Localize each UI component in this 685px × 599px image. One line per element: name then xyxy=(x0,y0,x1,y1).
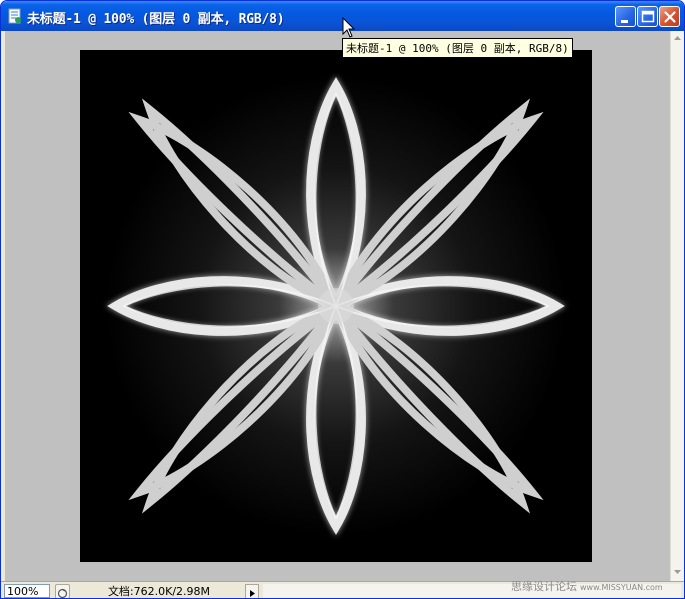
status-menu-button[interactable] xyxy=(55,584,70,598)
minimize-button[interactable] xyxy=(615,6,636,27)
watermark-url: www.MISSYUAN.com xyxy=(580,583,663,592)
status-info-menu-button[interactable] xyxy=(245,584,259,598)
close-icon xyxy=(664,11,676,23)
watermark-text: 思缘设计论坛 xyxy=(511,580,577,593)
title-tooltip: 未标题-1 @ 100% (图层 0 副本, RGB/8) xyxy=(342,38,573,58)
document-window: 未标题-1 @ 100% (图层 0 副本, RGB/8) 100% 文档:76… xyxy=(0,0,685,599)
mouse-cursor-icon xyxy=(342,17,356,38)
maximize-icon xyxy=(641,10,655,23)
flower-star-icon xyxy=(80,50,592,562)
window-title: 未标题-1 @ 100% (图层 0 副本, RGB/8) xyxy=(27,12,285,27)
close-button[interactable] xyxy=(659,6,680,27)
play-arrow-icon xyxy=(250,590,255,597)
image-canvas[interactable] xyxy=(80,50,592,562)
document-icon xyxy=(8,8,21,24)
workspace xyxy=(5,31,670,581)
watermark: 思缘设计论坛 www.MISSYUAN.com xyxy=(511,578,663,594)
minimize-icon xyxy=(621,20,628,23)
vertical-scrollbar[interactable] xyxy=(670,31,684,581)
scroll-down-icon[interactable] xyxy=(672,566,683,577)
scroll-up-icon[interactable] xyxy=(672,33,683,44)
maximize-button[interactable] xyxy=(637,6,658,27)
circle-arrow-icon xyxy=(57,588,68,598)
document-size-info: 文档:762.0K/2.98M xyxy=(75,584,243,598)
zoom-field[interactable]: 100% xyxy=(4,584,50,598)
